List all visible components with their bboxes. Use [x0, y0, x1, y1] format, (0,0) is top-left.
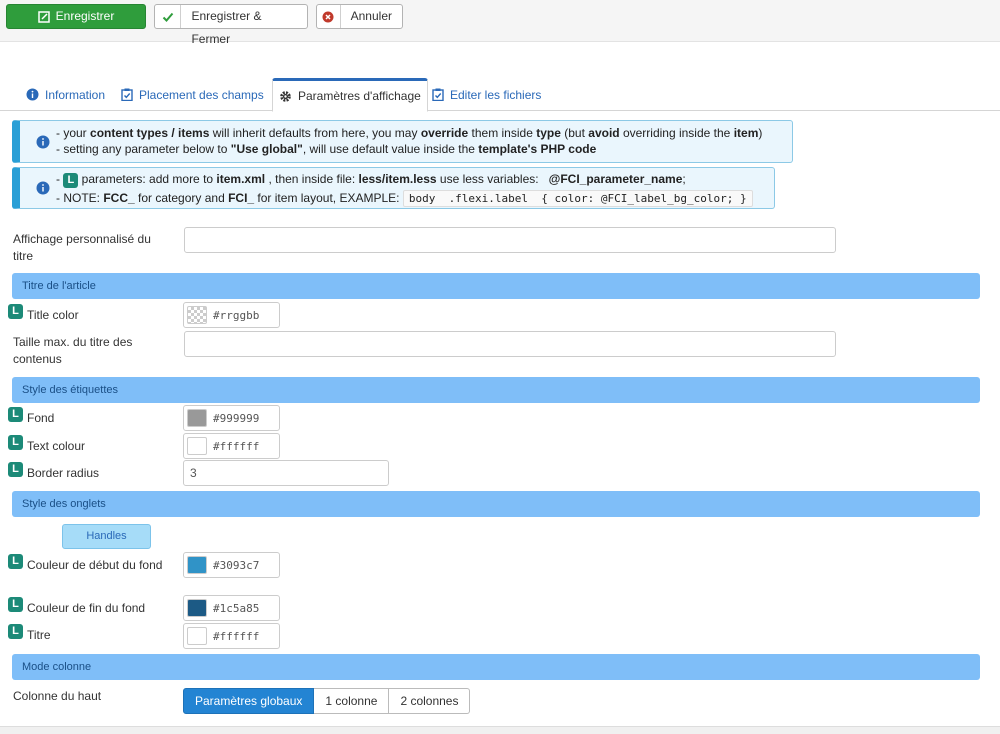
top-column-toggle: Paramètres globaux 1 colonne 2 colonnes [183, 688, 471, 714]
start-color-label: Couleur de début du fond [27, 558, 163, 572]
less-param-badge: L [63, 173, 79, 188]
less-param-badge: L [8, 462, 23, 477]
color-swatch [187, 599, 207, 617]
save-button[interactable]: Enregistrer [6, 4, 146, 29]
color-swatch [187, 556, 207, 574]
section-article-title: Titre de l'article [12, 273, 980, 299]
text-colour-label: Text colour [27, 439, 86, 453]
title-maxlen-input[interactable] [184, 331, 836, 357]
title-color-picker[interactable]: #rrggbb [183, 302, 280, 328]
clipboard-check-icon [121, 88, 133, 101]
tab-display-settings[interactable]: Paramètres d'affichage [272, 78, 428, 112]
less-param-badge: L [8, 304, 23, 319]
gear-icon [280, 90, 291, 102]
info-alert-less-params: - L parameters: add more to item.xml , t… [12, 167, 775, 209]
alert-text: - your content types / items will inheri… [56, 126, 763, 156]
color-swatch [187, 409, 207, 427]
end-color-picker[interactable]: #1c5a85 [183, 595, 280, 621]
clipboard-check-icon [432, 88, 444, 101]
check-icon [155, 5, 182, 28]
save-close-label: Enregistrer & Fermer [191, 9, 262, 46]
color-swatch [187, 627, 207, 645]
edit-icon [37, 10, 50, 23]
info-alert-inheritance: - your content types / items will inheri… [12, 120, 793, 163]
section-label-style: Style des étiquettes [12, 377, 980, 403]
end-color-label: Couleur de fin du fond [27, 601, 146, 615]
info-icon [36, 135, 50, 148]
title-maxlen-label: Taille max. du titre des contenus [13, 335, 133, 366]
option-global-params[interactable]: Paramètres globaux [183, 688, 315, 714]
option-1-column[interactable]: 1 colonne [314, 688, 390, 714]
border-radius-input[interactable]: 3 [183, 460, 389, 486]
cancel-button[interactable]: Annuler [316, 4, 403, 29]
option-2-columns[interactable]: 2 colonnes [389, 688, 471, 714]
less-param-badge: L [8, 407, 23, 422]
tab-edit-files[interactable]: Editer les fichiers [426, 78, 547, 111]
alert-text: - L parameters: add more to item.xml , t… [56, 171, 753, 207]
cancel-label: Annuler [350, 9, 392, 23]
less-param-badge: L [8, 597, 23, 612]
custom-title-input[interactable] [184, 227, 836, 253]
custom-title-label: Affichage personnalisé du titre [13, 232, 151, 263]
section-tab-style: Style des onglets [12, 491, 980, 517]
cancel-icon [317, 5, 341, 28]
example-code: body .flexi.label { color: @FCI_label_bg… [402, 190, 753, 207]
titre-label: Titre [27, 628, 51, 642]
title-color-label: Title color [27, 308, 79, 322]
info-icon [36, 181, 50, 195]
color-swatch [187, 437, 207, 455]
tab-information[interactable]: Information [20, 78, 111, 111]
bg-color-picker[interactable]: #999999 [183, 405, 280, 431]
transparent-swatch-icon [187, 306, 207, 324]
tab-field-placement[interactable]: Placement des champs [115, 78, 270, 111]
start-color-picker[interactable]: #3093c7 [183, 552, 280, 578]
status-bar [0, 726, 1000, 734]
toolbar: Enregistrer Enregistrer & Fermer Annuler [0, 0, 1000, 46]
save-close-button[interactable]: Enregistrer & Fermer [154, 4, 308, 46]
border-radius-label: Border radius [27, 466, 100, 480]
handles-button[interactable]: Handles [62, 524, 151, 549]
bg-label: Fond [27, 411, 55, 425]
titre-color-picker[interactable]: #ffffff [183, 623, 280, 649]
top-column-label: Colonne du haut [13, 689, 102, 703]
save-label: Enregistrer [55, 9, 115, 23]
less-param-badge: L [8, 554, 23, 569]
less-param-badge: L [8, 624, 23, 639]
text-colour-picker[interactable]: #ffffff [183, 433, 280, 459]
info-icon [26, 88, 39, 101]
less-param-badge: L [8, 435, 23, 450]
tab-bar: Information Placement des champs Paramèt… [0, 78, 1000, 112]
section-column-mode: Mode colonne [12, 654, 980, 680]
